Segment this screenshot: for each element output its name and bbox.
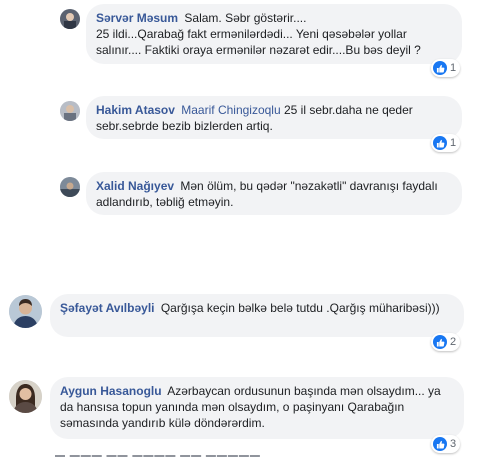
comment-bubble: Xalid Nağıyev Mən ölüm, bu qədər "nəzakə… (86, 172, 462, 215)
comment-author-link[interactable]: Aygun Hasanoglu (60, 384, 162, 398)
like-count-badge[interactable]: 1 (431, 134, 461, 152)
avatar[interactable] (60, 101, 80, 121)
comment-thread: Sərvər Məsum Salam. Səbr göstərir.... 25 … (0, 0, 500, 457)
comment-author-link[interactable]: Sərvər Məsum (96, 11, 178, 25)
avatar[interactable] (9, 380, 42, 413)
comment-bubble: Sərvər Məsum Salam. Səbr göstərir.... 25 … (86, 4, 462, 64)
like-count-badge[interactable]: 1 (431, 59, 461, 77)
comment-bubble: Şəfayət Avılbəyli Qarğışa keçin bəlkə be… (50, 294, 464, 337)
comment-author-link[interactable]: Xalid Nağıyev (96, 179, 174, 193)
avatar[interactable] (60, 9, 80, 29)
avatar[interactable] (60, 177, 80, 197)
like-icon (433, 437, 447, 451)
avatar[interactable] (9, 295, 42, 328)
like-count: 1 (450, 137, 457, 149)
mention-link[interactable]: Maarif Chingizoqlu (181, 103, 280, 117)
like-icon (433, 335, 447, 349)
like-count: 3 (450, 438, 457, 450)
comment-bubble: Aygun Hasanoglu Azərbaycan ordusunun baş… (50, 377, 464, 439)
like-count: 1 (450, 62, 457, 74)
comment-bubble: Hakim Atasov Maarif Chingizoqlu 25 il se… (86, 96, 462, 139)
like-count-badge[interactable]: 2 (431, 333, 461, 351)
comment-text: Qarğışa keçin bəlkə belə tutdu .Qarğış m… (160, 301, 440, 315)
comment-author-link[interactable]: Hakim Atasov (96, 103, 175, 117)
like-count: 2 (450, 336, 457, 348)
truncated-next-comment: ▬ ▬▬▬ ▬▬ ▬▬▬▬ ▬▬ ▬▬▬▬▬ (55, 450, 261, 457)
like-icon (433, 61, 447, 75)
like-icon (433, 136, 447, 150)
comment-author-link[interactable]: Şəfayət Avılbəyli (60, 301, 155, 315)
